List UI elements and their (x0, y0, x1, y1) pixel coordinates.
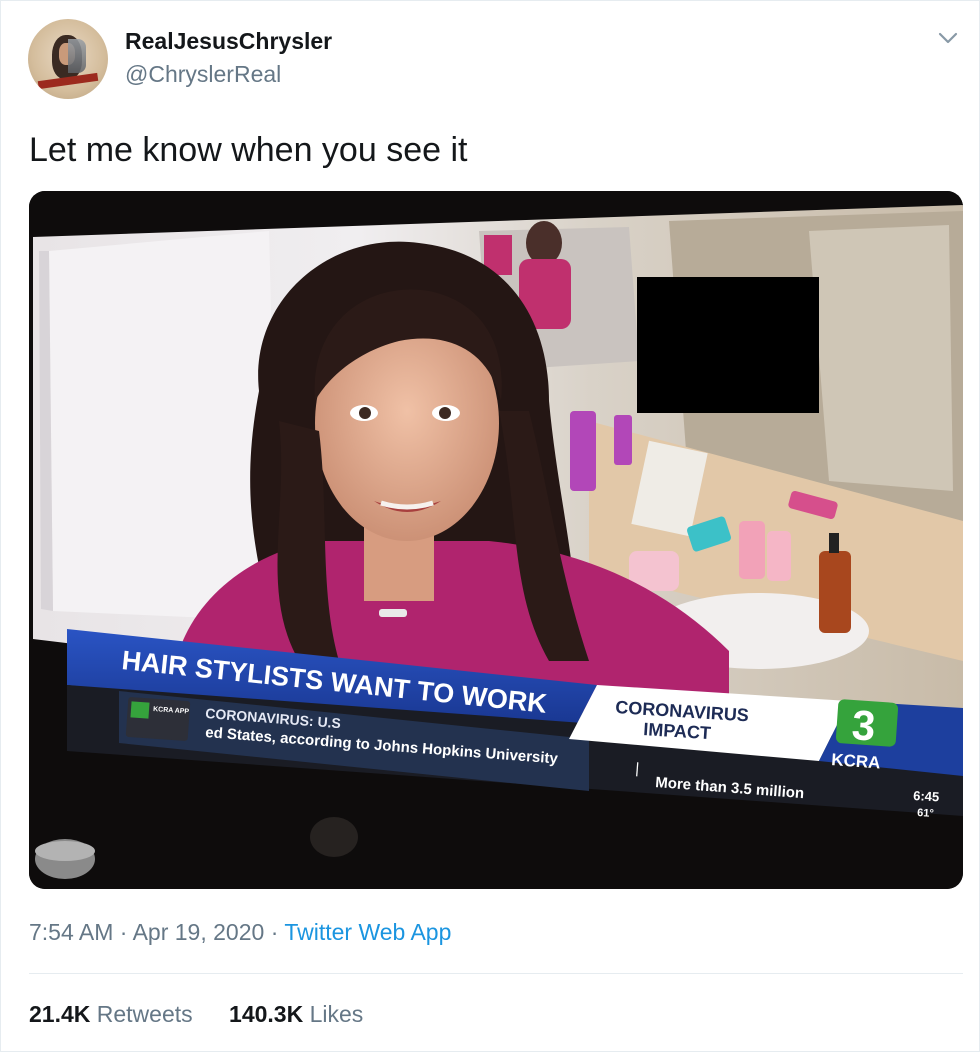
avatar-robot-half (68, 39, 86, 73)
profile-avatar[interactable] (28, 19, 108, 99)
meta-separator: · (119, 919, 128, 945)
broadcast-clock: 6:45 (913, 788, 940, 804)
meta-separator-2: · (270, 919, 279, 945)
tweet-text: Let me know when you see it (29, 131, 468, 169)
tweet-photo[interactable]: HAIR STYLISTS WANT TO WORK CORONAVIRUS I… (29, 191, 963, 889)
display-name[interactable]: RealJesusChrysler (125, 28, 332, 55)
user-handle[interactable]: @ChryslerReal (125, 61, 281, 88)
censor-block (637, 277, 819, 413)
likes-label: Likes (309, 1001, 364, 1027)
likes-stat[interactable]: 140.3K Likes (229, 1001, 363, 1027)
retweets-stat[interactable]: 21.4K Retweets (29, 1001, 193, 1027)
likes-count: 140.3K (229, 1001, 304, 1027)
station-name: KCRA (831, 750, 881, 772)
divider (29, 973, 963, 974)
tv-screen-photo: HAIR STYLISTS WANT TO WORK CORONAVIRUS I… (29, 191, 963, 889)
retweets-label: Retweets (96, 1001, 193, 1027)
tweet-time[interactable]: 7:54 AM (29, 919, 113, 945)
tweet-source-link[interactable]: Twitter Web App (284, 919, 451, 945)
tweet-date[interactable]: Apr 19, 2020 (133, 919, 265, 945)
broadcast-temperature: 61° (917, 807, 934, 820)
chevron-down-icon[interactable] (935, 25, 961, 51)
channel-number: 3 (850, 701, 877, 750)
topic-line-2: IMPACT (643, 719, 712, 743)
retweets-count: 21.4K (29, 1001, 91, 1027)
engagement-stats: 21.4K Retweets 140.3K Likes (29, 1001, 393, 1028)
tweet-card: RealJesusChrysler @ChryslerReal Let me k… (0, 0, 980, 1052)
tweet-meta: 7:54 AM · Apr 19, 2020 · Twitter Web App (29, 919, 451, 946)
